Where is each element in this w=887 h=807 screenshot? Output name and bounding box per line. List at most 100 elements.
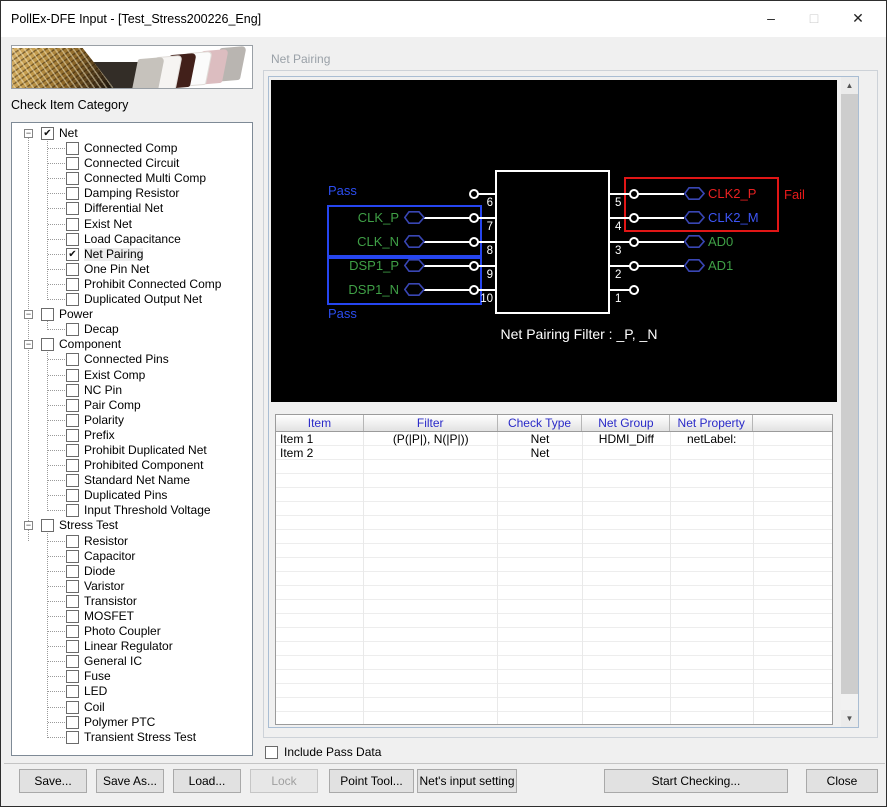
table-header-net-group[interactable]: Net Group [582, 415, 670, 431]
checkbox-net-pairing[interactable]: ✔ [66, 248, 79, 261]
tree-item-standard-net-name[interactable]: Standard Net Name [12, 473, 252, 488]
tree-item-prohibited-component[interactable]: Prohibited Component [12, 458, 252, 473]
tree-item-linear-regulator[interactable]: Linear Regulator [12, 639, 252, 654]
expand-minus-icon[interactable]: − [24, 310, 33, 319]
tree-item-varistor[interactable]: Varistor [12, 579, 252, 594]
checkbox-stress-test[interactable] [41, 519, 54, 532]
tree-item-net[interactable]: −✔Net [12, 126, 252, 141]
tree-item-duplicated-pins[interactable]: Duplicated Pins [12, 488, 252, 503]
checkbox-photo-coupler[interactable] [66, 625, 79, 638]
checkbox-polarity[interactable] [66, 414, 79, 427]
tree-item-nc-pin[interactable]: NC Pin [12, 383, 252, 398]
checkbox-linear-regulator[interactable] [66, 640, 79, 653]
checkbox-component[interactable] [41, 338, 54, 351]
tree-item-capacitor[interactable]: Capacitor [12, 549, 252, 564]
checkbox-nc-pin[interactable] [66, 384, 79, 397]
tree-item-prefix[interactable]: Prefix [12, 428, 252, 443]
checkbox-transistor[interactable] [66, 595, 79, 608]
table-row[interactable]: Item 1(P(|P|), N(|P|))NetHDMI_DiffnetLab… [276, 432, 832, 446]
tree-item-transistor[interactable]: Transistor [12, 594, 252, 609]
table-header-item[interactable]: Item [276, 415, 364, 431]
checkbox-capacitor[interactable] [66, 550, 79, 563]
tree-item-decap[interactable]: Decap [12, 322, 252, 337]
checkbox-transient-stress-test[interactable] [66, 731, 79, 744]
expand-minus-icon[interactable]: − [24, 340, 33, 349]
checkbox-led[interactable] [66, 685, 79, 698]
checkbox-exist-comp[interactable] [66, 369, 79, 382]
checkbox-prefix[interactable] [66, 429, 79, 442]
checkbox-power[interactable] [41, 308, 54, 321]
tree-item-fuse[interactable]: Fuse [12, 669, 252, 684]
checkbox-load-capacitance[interactable] [66, 233, 79, 246]
tree-item-load-capacitance[interactable]: Load Capacitance [12, 232, 252, 247]
table-header-filter[interactable]: Filter [364, 415, 498, 431]
checkbox-connected-comp[interactable] [66, 142, 79, 155]
checkbox-standard-net-name[interactable] [66, 474, 79, 487]
tree-item-exist-net[interactable]: Exist Net [12, 217, 252, 232]
checkbox-fuse[interactable] [66, 670, 79, 683]
table-header-check-type[interactable]: Check Type [498, 415, 583, 431]
save-as-button[interactable]: Save As... [96, 769, 164, 793]
load-button[interactable]: Load... [173, 769, 241, 793]
vertical-scrollbar[interactable]: ▲ ▼ [841, 77, 858, 727]
tree-item-photo-coupler[interactable]: Photo Coupler [12, 624, 252, 639]
close-button[interactable]: ✕ [841, 1, 875, 37]
checkbox-connected-circuit[interactable] [66, 157, 79, 170]
tree-item-damping-resistor[interactable]: Damping Resistor [12, 186, 252, 201]
tree-item-general-ic[interactable]: General IC [12, 654, 252, 669]
tree-item-connected-comp[interactable]: Connected Comp [12, 141, 252, 156]
checkbox-general-ic[interactable] [66, 655, 79, 668]
tree-item-input-threshold-voltage[interactable]: Input Threshold Voltage [12, 503, 252, 518]
scroll-up-icon[interactable]: ▲ [841, 77, 858, 94]
checkbox-connected-multi-comp[interactable] [66, 172, 79, 185]
tree-item-polymer-ptc[interactable]: Polymer PTC [12, 715, 252, 730]
save-button[interactable]: Save... [19, 769, 87, 793]
point-tool-button[interactable]: Point Tool... [329, 769, 414, 793]
tree-item-diode[interactable]: Diode [12, 564, 252, 579]
scrollbar-thumb[interactable] [841, 94, 858, 694]
expand-minus-icon[interactable]: − [24, 129, 33, 138]
tree-item-transient-stress-test[interactable]: Transient Stress Test [12, 730, 252, 745]
tree-item-duplicated-output-net[interactable]: Duplicated Output Net [12, 292, 252, 307]
tree-item-pair-comp[interactable]: Pair Comp [12, 398, 252, 413]
tree-item-component[interactable]: −Component [12, 337, 252, 352]
checkbox-varistor[interactable] [66, 580, 79, 593]
checkbox-duplicated-pins[interactable] [66, 489, 79, 502]
checkbox-connected-pins[interactable] [66, 353, 79, 366]
scroll-down-icon[interactable]: ▼ [841, 710, 858, 727]
checkbox-prohibited-component[interactable] [66, 459, 79, 472]
checkbox-exist-net[interactable] [66, 218, 79, 231]
checkbox-input-threshold-voltage[interactable] [66, 504, 79, 517]
checkbox-decap[interactable] [66, 323, 79, 336]
checkbox-one-pin-net[interactable] [66, 263, 79, 276]
tree-item-power[interactable]: −Power [12, 307, 252, 322]
checkbox-prohibit-duplicated-net[interactable] [66, 444, 79, 457]
tree-item-prohibit-duplicated-net[interactable]: Prohibit Duplicated Net [12, 443, 252, 458]
tree-item-stress-test[interactable]: −Stress Test [12, 518, 252, 533]
checkbox-differential-net[interactable] [66, 202, 79, 215]
table-header-net-property[interactable]: Net Property [670, 415, 753, 431]
tree-item-connected-pins[interactable]: Connected Pins [12, 352, 252, 367]
include-pass-data-label[interactable]: Include Pass Data [284, 745, 381, 759]
table-row[interactable]: Item 2Net [276, 446, 832, 460]
minimize-button[interactable]: – [754, 1, 788, 37]
checkbox-diode[interactable] [66, 565, 79, 578]
tree-item-resistor[interactable]: Resistor [12, 534, 252, 549]
tree-item-connected-circuit[interactable]: Connected Circuit [12, 156, 252, 171]
checkbox-coil[interactable] [66, 701, 79, 714]
tree-item-led[interactable]: LED [12, 684, 252, 699]
net-pairing-table[interactable]: ItemFilterCheck TypeNet GroupNet Propert… [275, 414, 833, 725]
close-button[interactable]: Close [806, 769, 878, 793]
include-pass-data-checkbox[interactable] [265, 746, 278, 759]
check-item-tree-panel[interactable]: −✔NetConnected CompConnected CircuitConn… [11, 122, 253, 756]
checkbox-pair-comp[interactable] [66, 399, 79, 412]
tree-item-one-pin-net[interactable]: One Pin Net [12, 262, 252, 277]
tree-item-mosfet[interactable]: MOSFET [12, 609, 252, 624]
tree-item-connected-multi-comp[interactable]: Connected Multi Comp [12, 171, 252, 186]
tree-item-coil[interactable]: Coil [12, 700, 252, 715]
checkbox-damping-resistor[interactable] [66, 187, 79, 200]
nets-input-setting-button[interactable]: Net's input setting [417, 769, 517, 793]
checkbox-prohibit-connected-comp[interactable] [66, 278, 79, 291]
checkbox-net[interactable]: ✔ [41, 127, 54, 140]
start-checking-button[interactable]: Start Checking... [604, 769, 788, 793]
